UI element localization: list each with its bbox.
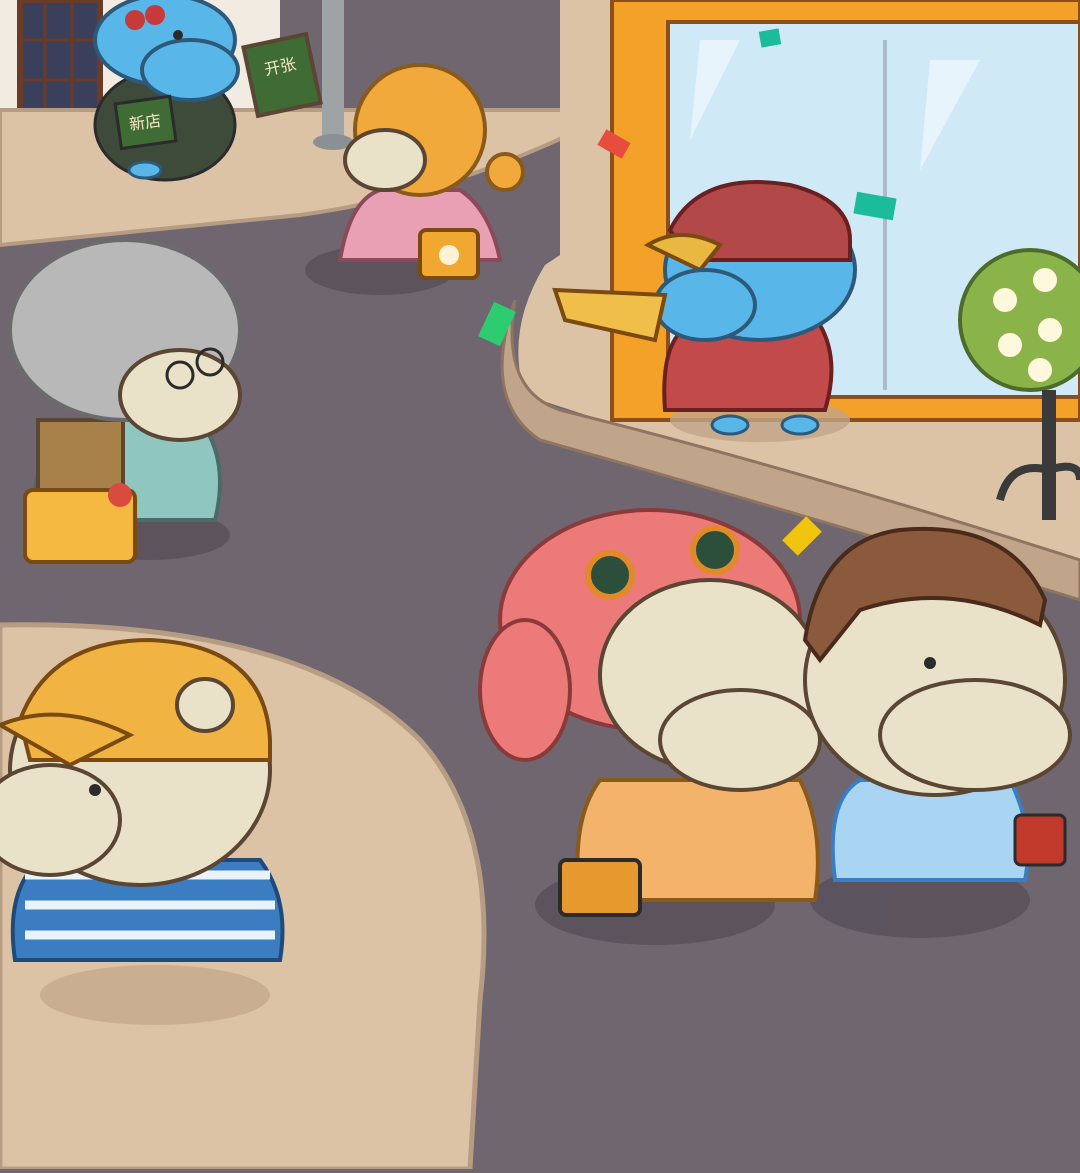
shop-sign-board: 开张 <box>241 31 323 119</box>
handbag-icon <box>558 858 642 917</box>
hippo-brown-hair-icon[interactable] <box>802 526 1072 882</box>
hippo-yellow-cap-icon[interactable] <box>0 637 285 962</box>
street-illustration: 开张 新店 <box>0 0 1080 1172</box>
lamp-post <box>322 0 344 145</box>
hippo-blue-apron-icon[interactable]: 新店 <box>93 0 240 182</box>
gift-bag-icon <box>1013 813 1067 867</box>
game-scene: 开张 新店 <box>0 0 1080 1172</box>
goggles-icon <box>585 550 635 600</box>
